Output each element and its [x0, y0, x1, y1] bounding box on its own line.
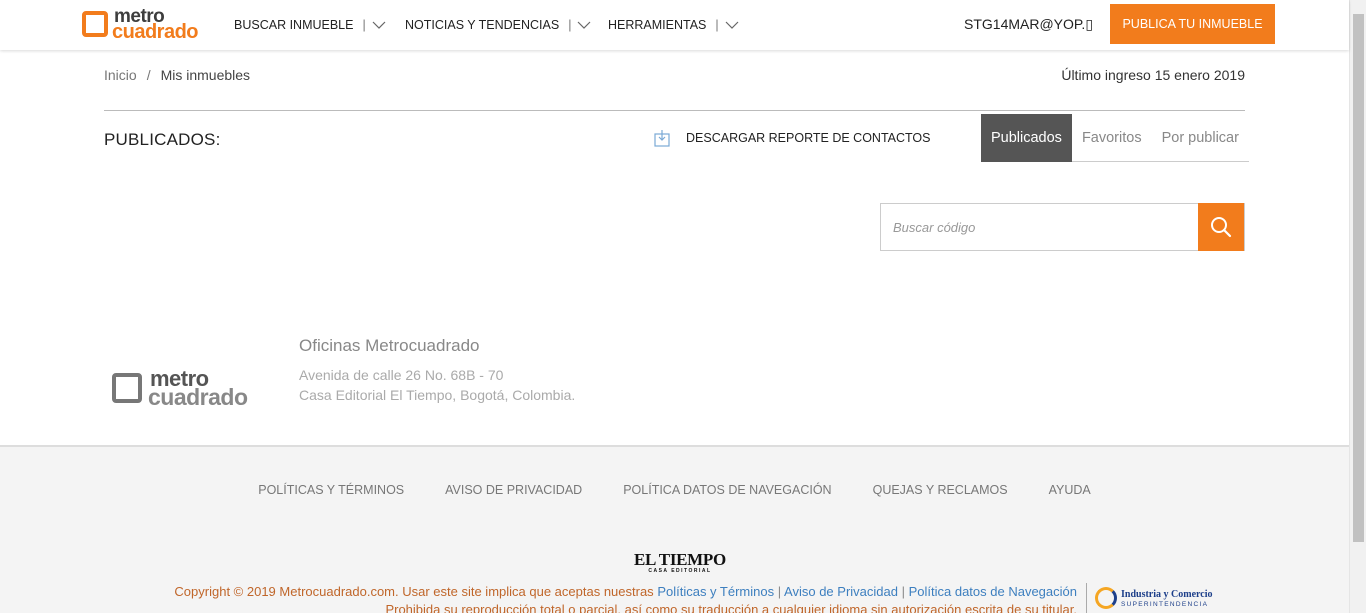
- copyright-text: Copyright © 2019 Metrocuadrado.com. Usar…: [174, 584, 654, 599]
- breadcrumb-home-link[interactable]: Inicio: [104, 67, 137, 83]
- sic-logo[interactable]: Industria y Comercio SUPERINTENDENCIA: [1086, 583, 1216, 613]
- office-city: Casa Editorial El Tiempo, Bogotá, Colomb…: [299, 387, 576, 403]
- copyright-link-navigation[interactable]: Política datos de Navegación: [909, 584, 1077, 599]
- copyright-link-terms[interactable]: Políticas y Términos: [657, 584, 774, 599]
- logo-chat-icon: [112, 373, 142, 403]
- last-login-text: Último ingreso 15 enero 2019: [1061, 67, 1245, 83]
- rights-text: Prohibida su reproducción total o parcia…: [385, 602, 1077, 613]
- office-address: Avenida de calle 26 No. 68B - 70: [299, 367, 504, 383]
- publish-property-button[interactable]: PUBLICA TU INMUEBLE: [1110, 4, 1275, 44]
- tab-por-publicar[interactable]: Por publicar: [1152, 114, 1249, 162]
- footer-link-politicas[interactable]: POLÍTICAS Y TÉRMINOS: [258, 483, 404, 497]
- footer-link-ayuda[interactable]: AYUDA: [1049, 483, 1091, 497]
- breadcrumb-separator: /: [146, 67, 151, 83]
- brand-name: EL TIEMPO: [634, 550, 726, 569]
- metrocuadrado-logo[interactable]: metro cuadrado: [82, 6, 204, 43]
- breadcrumb-current: Mis inmuebles: [160, 67, 251, 83]
- chevron-down-icon: [372, 21, 386, 29]
- sic-emblem-icon: [1095, 587, 1117, 609]
- nav-separator: |: [568, 18, 572, 32]
- copyright-link-privacy[interactable]: Aviso de Privacidad: [784, 584, 898, 599]
- el-tiempo-logo[interactable]: EL TIEMPO CASA EDITORIAL: [634, 550, 726, 574]
- download-icon: [654, 130, 670, 147]
- breadcrumb: Inicio / Mis inmuebles: [104, 67, 250, 83]
- footer-link-navegacion[interactable]: POLÍTICA DATOS DE NAVEGACIÓN: [623, 483, 831, 497]
- scrollbar-thumb[interactable]: [1353, 14, 1364, 542]
- tab-publicados[interactable]: Publicados: [981, 114, 1072, 162]
- link-separator: |: [777, 584, 782, 599]
- footer-link-quejas[interactable]: QUEJAS Y RECLAMOS: [873, 483, 1008, 497]
- chevron-down-icon: [578, 21, 591, 29]
- nav-label: HERRAMIENTAS: [608, 18, 707, 32]
- copyright-block: Copyright © 2019 Metrocuadrado.com. Usar…: [174, 583, 1077, 613]
- nav-label: BUSCAR INMUEBLE: [234, 18, 354, 32]
- logo-text-bottom: cuadrado: [112, 21, 199, 43]
- property-tabs: Publicados Favoritos Por publicar: [981, 114, 1249, 162]
- nav-separator: |: [715, 18, 719, 32]
- footer-metrocuadrado-logo: metro cuadrado: [112, 366, 262, 410]
- sic-line-1: Industria y Comercio: [1121, 589, 1213, 600]
- search-code-input[interactable]: [881, 204, 1199, 250]
- offices-title: Oficinas Metrocuadrado: [299, 336, 480, 355]
- footer-links: POLÍTICAS Y TÉRMINOS AVISO DE PRIVACIDAD…: [0, 483, 1349, 497]
- top-header: metro cuadrado BUSCAR INMUEBLE | NOTICIA…: [0, 0, 1349, 50]
- logo-text-bottom: cuadrado: [148, 384, 248, 410]
- sic-line-2: SUPERINTENDENCIA: [1121, 601, 1209, 608]
- download-label: DESCARGAR REPORTE DE CONTACTOS: [686, 131, 931, 145]
- link-separator: |: [901, 584, 905, 599]
- logo-chat-icon: [82, 11, 108, 37]
- nav-noticias-tendencias[interactable]: NOTICIAS Y TENDENCIAS |: [405, 18, 591, 32]
- code-search: [880, 203, 1245, 251]
- tab-favoritos[interactable]: Favoritos: [1072, 114, 1152, 162]
- download-contacts-report-button[interactable]: DESCARGAR REPORTE DE CONTACTOS: [654, 129, 930, 147]
- nav-separator: |: [362, 18, 366, 32]
- search-button[interactable]: [1198, 203, 1244, 251]
- nav-label: NOTICIAS Y TENDENCIAS: [405, 18, 560, 32]
- nav-herramientas[interactable]: HERRAMIENTAS |: [608, 18, 739, 32]
- page: metro cuadrado BUSCAR INMUEBLE | NOTICIA…: [0, 0, 1366, 613]
- page-title: PUBLICADOS:: [104, 130, 221, 149]
- footer-link-privacidad[interactable]: AVISO DE PRIVACIDAD: [445, 483, 582, 497]
- copyright-line: Copyright © 2019 Metrocuadrado.com. Usar…: [174, 583, 1077, 601]
- user-account-menu[interactable]: STG14MAR@YOP.▯: [964, 16, 1093, 33]
- chevron-down-icon: [725, 21, 739, 29]
- nav-buscar-inmueble[interactable]: BUSCAR INMUEBLE |: [234, 18, 386, 32]
- divider: [104, 110, 1245, 111]
- footer: POLÍTICAS Y TÉRMINOS AVISO DE PRIVACIDAD…: [0, 445, 1349, 613]
- vertical-scrollbar[interactable]: [1349, 0, 1366, 613]
- search-icon: [1211, 217, 1232, 238]
